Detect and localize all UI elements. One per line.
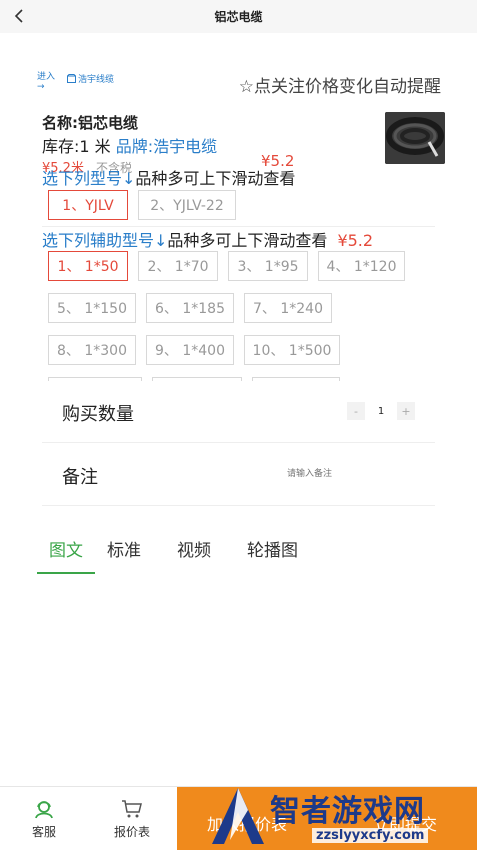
service-button[interactable]: 客服	[0, 787, 88, 850]
watermark-title: 智者游戏网	[270, 794, 425, 829]
tab-standard[interactable]: 标准	[107, 536, 177, 574]
aux-option[interactable]: 6、 1*185	[146, 293, 234, 323]
enter-shop-link[interactable]: 进入 →	[37, 72, 61, 92]
product-thumbnail[interactable]	[385, 112, 445, 164]
watermark-url: zzslyyxcfy.com	[312, 828, 429, 843]
decrement-button[interactable]: -	[347, 402, 365, 420]
series-hint-text: 品种多可上下滑动查看	[135, 169, 296, 188]
detail-tabs: 图文 标准 视频 轮播图	[37, 536, 317, 574]
aux-option[interactable]: 1、 1*50	[48, 251, 128, 281]
product-brand: 品牌:浩宇电缆	[115, 137, 218, 156]
product-stock: 库存:1 米	[42, 137, 111, 156]
cart-icon	[122, 799, 142, 817]
aux-option-clipped	[252, 377, 340, 381]
series-hint: 选下列型号↓品种多可上下滑动查看	[42, 165, 295, 189]
quantity-label: 购买数量	[62, 404, 134, 425]
aux-option[interactable]: 3、 1*95	[228, 251, 308, 281]
quote-list-label: 报价表	[113, 824, 150, 839]
aux-hint-text: 品种多可上下滑动查看	[167, 231, 328, 250]
divider	[42, 505, 435, 506]
increment-button[interactable]: +	[397, 402, 415, 420]
watermark-logo-icon	[212, 788, 264, 844]
cable-coil-image	[385, 112, 445, 164]
tab-spacer	[95, 536, 107, 574]
aux-option[interactable]: 10、 1*500	[244, 335, 340, 365]
remark-input[interactable]	[287, 468, 377, 478]
service-label: 客服	[31, 824, 56, 839]
quantity-stepper: - 1 +	[347, 402, 415, 420]
follow-button[interactable]: ☆点关注价格变化自动提醒	[239, 72, 441, 97]
page-title: 铝芯电缆	[214, 10, 263, 24]
watermark: 智者游戏网 zzslyyxcfy.com	[208, 780, 477, 850]
shop-row: 进入 → 浩宇线缆 ☆点关注价格变化自动提醒	[37, 72, 441, 102]
aux-option[interactable]: 8、 1*300	[48, 335, 136, 365]
shop-name: 浩宇线缆	[78, 75, 115, 85]
divider	[42, 442, 435, 443]
aux-price: ¥5.2	[337, 231, 374, 250]
shop-name-link[interactable]: 浩宇线缆	[67, 72, 114, 85]
quote-list-button[interactable]: 报价表	[88, 787, 176, 850]
tab-video[interactable]: 视频	[177, 536, 247, 574]
remark-label: 备注	[62, 467, 98, 488]
tab-carousel[interactable]: 轮播图	[247, 536, 317, 574]
aux-option-clipped	[152, 377, 242, 381]
chevron-left-icon	[14, 9, 23, 23]
aux-hint: 选下列辅助型号↓品种多可上下滑动查看 ¥5.2	[42, 227, 373, 251]
series-hint-link[interactable]: 选下列型号↓	[42, 169, 135, 188]
top-bar: 铝芯电缆	[0, 0, 477, 33]
aux-option[interactable]: 2、 1*70	[138, 251, 218, 281]
shop-icon	[67, 74, 76, 83]
back-button[interactable]	[8, 4, 30, 28]
aux-option[interactable]: 7、 1*240	[244, 293, 332, 323]
aux-hint-link[interactable]: 选下列辅助型号↓	[42, 231, 167, 250]
aux-option[interactable]: 4、 1*120	[318, 251, 405, 281]
aux-option[interactable]: 5、 1*150	[48, 293, 136, 323]
aux-option[interactable]: 9、 1*400	[146, 335, 234, 365]
series-option[interactable]: 2、YJLV-22	[138, 190, 236, 220]
quantity-value[interactable]: 1	[365, 402, 397, 420]
customer-service-icon	[35, 800, 53, 818]
aux-option-clipped	[48, 377, 142, 381]
series-option[interactable]: 1、YJLV	[48, 190, 128, 220]
tab-graphic[interactable]: 图文	[37, 536, 95, 574]
